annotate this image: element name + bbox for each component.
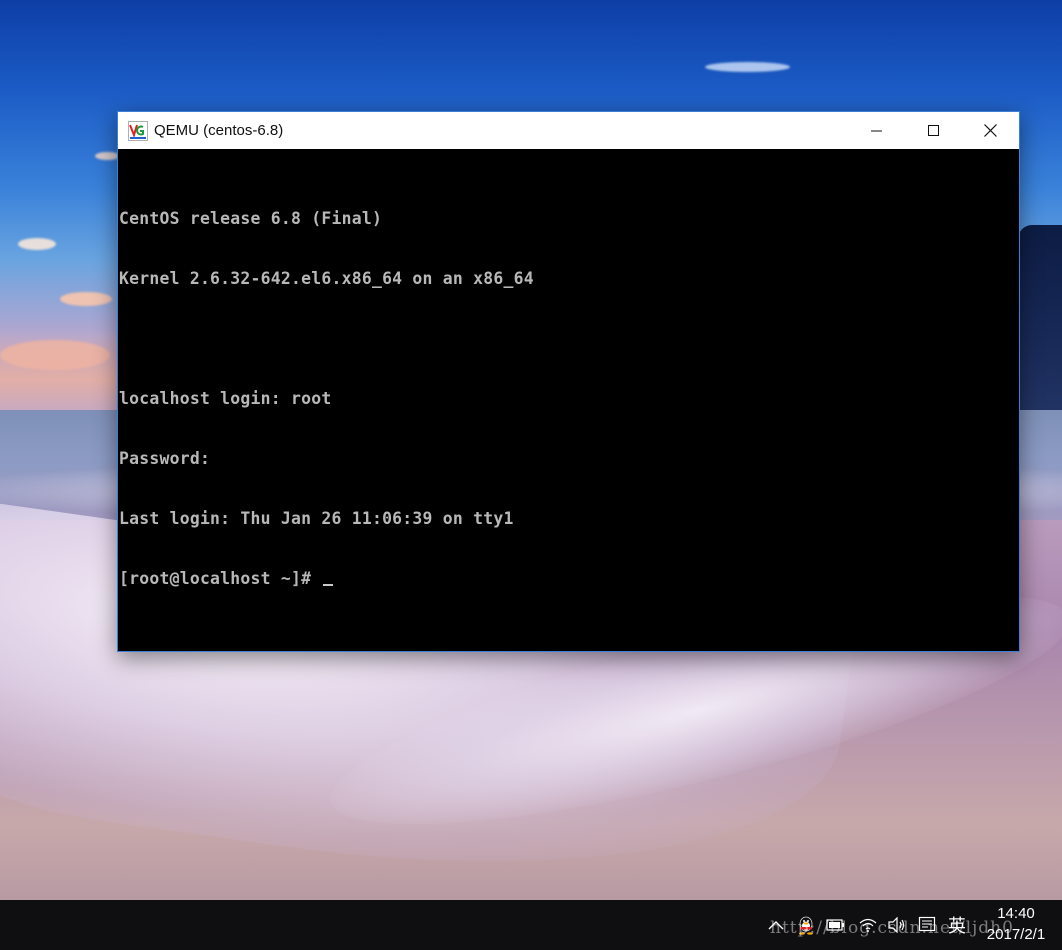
qemu-app-icon[interactable] (128, 120, 148, 141)
terminal-prompt: [root@localhost ~]# (119, 569, 322, 588)
terminal-prompt-line[interactable]: [root@localhost ~]# (119, 569, 534, 589)
minimize-icon (870, 130, 882, 131)
maximize-button[interactable] (905, 112, 962, 149)
terminal-line: CentOS release 6.8 (Final) (119, 209, 383, 228)
maximize-icon (927, 124, 939, 136)
wallpaper-cloud (18, 238, 56, 250)
qemu-window[interactable]: QEMU (centos-6.8) CentOS release 6.8 (Fi… (117, 111, 1020, 652)
window-titlebar[interactable]: QEMU (centos-6.8) (118, 112, 1019, 149)
close-button[interactable] (962, 112, 1019, 149)
minimize-button[interactable] (848, 112, 905, 149)
close-icon (984, 124, 997, 137)
wallpaper-cliff (1018, 225, 1062, 440)
terminal-line: Password: (119, 449, 211, 468)
terminal-line: localhost login: root (119, 389, 332, 408)
wallpaper-cloud (0, 340, 110, 370)
wallpaper-cloud (60, 292, 112, 306)
terminal-output: CentOS release 6.8 (Final) Kernel 2.6.32… (119, 169, 534, 629)
terminal-cursor (323, 584, 334, 586)
terminal-line: Kernel 2.6.32-642.el6.x86_64 on an x86_6… (119, 269, 534, 288)
vm-console-screen[interactable]: CentOS release 6.8 (Final) Kernel 2.6.32… (118, 149, 1019, 651)
terminal-line: Last login: Thu Jan 26 11:06:39 on tty1 (119, 509, 514, 528)
image-watermark: http://blog.csdn.net/ljdh0 (770, 918, 1014, 938)
window-title: QEMU (centos-6.8) (154, 122, 284, 139)
wallpaper-cloud (705, 62, 790, 72)
